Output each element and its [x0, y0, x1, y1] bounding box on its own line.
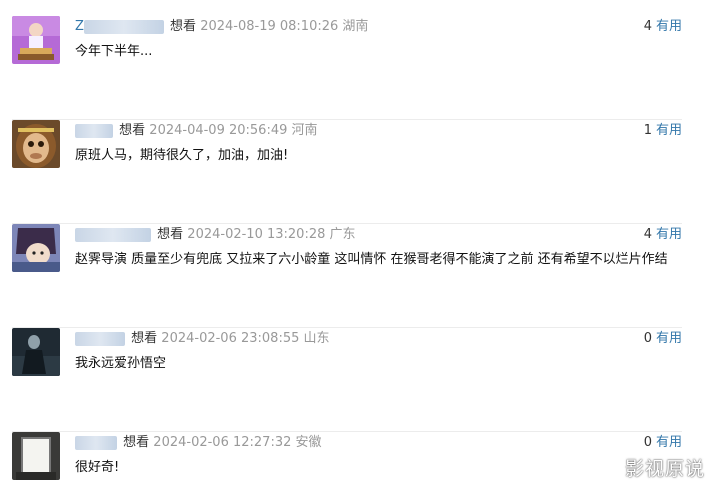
comment-text: 今年下半年... [75, 44, 153, 59]
user-name-blurred[interactable] [75, 124, 113, 138]
avatar[interactable] [12, 224, 60, 272]
comment-meta: 想看 2024-02-06 12:27:32 安徽 [75, 434, 322, 452]
rating-status: 想看 [170, 19, 197, 34]
comment-meta: 想看 2024-04-09 20:56:49 河南 [75, 122, 318, 140]
vote-count: 4 [643, 19, 652, 34]
comment-item: 想看 2024-04-09 20:56:49 河南 1 有用 原班人马，期待很久了… [12, 120, 682, 224]
comment-item: Z 想看 2024-08-19 08:10:26 湖南 4 有用 今年下半年... [12, 16, 682, 120]
useful-button[interactable]: 有用 [656, 19, 682, 34]
rating-status: 想看 [131, 331, 158, 346]
avatar[interactable] [12, 432, 60, 480]
vote-count: 0 [643, 331, 652, 346]
comment-item: 想看 2024-02-10 13:20:28 广东 4 有用 赵霁导演 质量至少有… [12, 224, 682, 328]
vote-area: 4 有用 [644, 18, 682, 36]
vote-area: 0 有用 [644, 330, 682, 348]
comment-text: 赵霁导演 质量至少有兜底 又拉来了六小龄童 这叫情怀 在猴哥老得不能演了之前 还… [75, 252, 668, 267]
avatar[interactable] [12, 328, 60, 376]
useful-button[interactable]: 有用 [656, 331, 682, 346]
rating-status: 想看 [157, 227, 184, 242]
comment-location: 湖南 [342, 19, 369, 34]
comment-item: 想看 2024-02-06 12:27:32 安徽 0 有用 很好奇! [12, 432, 682, 502]
rating-status: 想看 [123, 435, 150, 450]
comment-location: 山东 [303, 331, 330, 346]
watermark: 影视原说 [624, 458, 705, 480]
vote-area: 1 有用 [644, 122, 682, 140]
user-name[interactable]: Z [75, 19, 84, 34]
user-name-blurred[interactable] [83, 20, 164, 34]
comment-time: 2024-02-10 13:20:28 [187, 227, 326, 242]
comment-item: 想看 2024-02-06 23:08:55 山东 0 有用 我永远爱孙悟空 [12, 328, 682, 432]
vote-count: 1 [643, 123, 652, 138]
useful-button[interactable]: 有用 [656, 227, 682, 242]
comment-location: 河南 [291, 123, 318, 138]
avatar[interactable] [12, 120, 60, 168]
comment-location: 广东 [329, 227, 356, 242]
vote-count: 4 [643, 227, 652, 242]
comment-text: 我永远爱孙悟空 [75, 356, 167, 371]
rating-status: 想看 [119, 123, 146, 138]
comment-time: 2024-04-09 20:56:49 [149, 123, 288, 138]
comment-time: 2024-08-19 08:10:26 [200, 19, 339, 34]
vote-area: 4 有用 [644, 226, 682, 244]
comment-meta: 想看 2024-02-06 23:08:55 山东 [75, 330, 330, 348]
vote-count: 0 [643, 435, 652, 450]
user-name-blurred[interactable] [75, 228, 151, 242]
comment-location: 安徽 [295, 435, 322, 450]
comment-text: 原班人马，期待很久了，加油，加油! [75, 148, 289, 163]
comment-meta: Z 想看 2024-08-19 08:10:26 湖南 [75, 18, 368, 36]
comment-meta: 想看 2024-02-10 13:20:28 广东 [75, 226, 356, 244]
useful-button[interactable]: 有用 [656, 123, 682, 138]
comment-text: 很好奇! [75, 460, 120, 475]
user-name-blurred[interactable] [75, 332, 125, 346]
avatar[interactable] [12, 16, 60, 64]
comment-time: 2024-02-06 23:08:55 [161, 331, 300, 346]
useful-button[interactable]: 有用 [656, 435, 682, 450]
user-name-blurred[interactable] [75, 436, 117, 450]
comment-time: 2024-02-06 12:27:32 [153, 435, 292, 450]
vote-area: 0 有用 [644, 434, 682, 452]
